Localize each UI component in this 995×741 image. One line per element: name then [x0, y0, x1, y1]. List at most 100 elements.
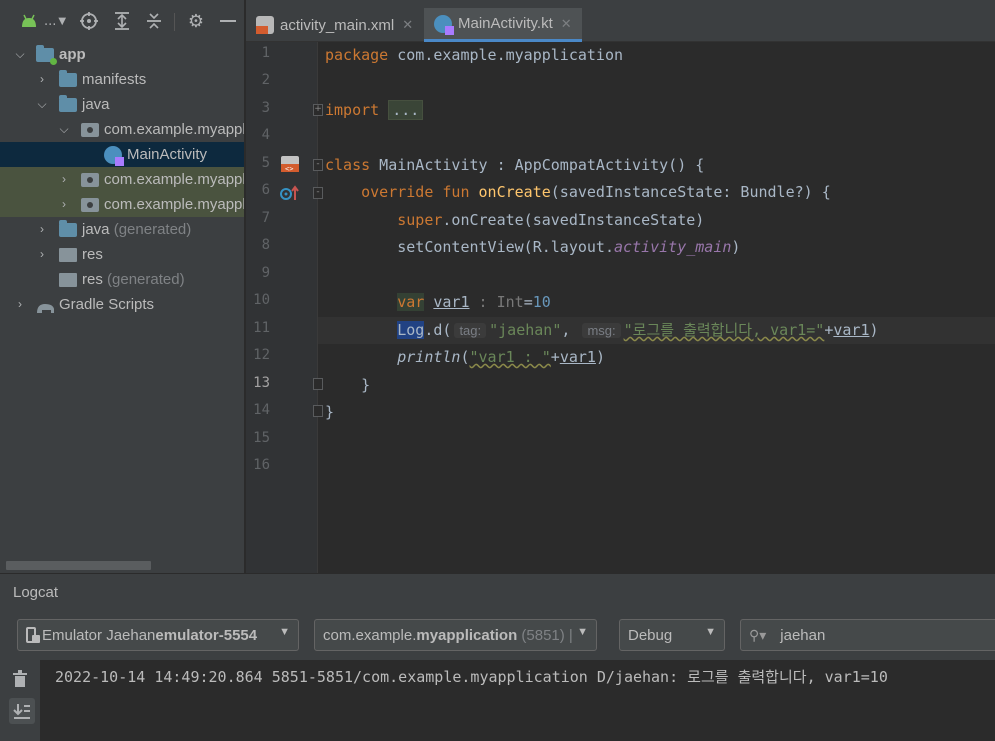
code-line-16: }	[325, 401, 334, 423]
chevron-right-icon[interactable]: ›	[36, 217, 48, 242]
code-text: }	[325, 403, 335, 421]
line-number: 12	[253, 347, 270, 363]
resource-ref: activity_main	[614, 238, 732, 256]
tree-item-package-main[interactable]: ⌵ com.example.myappl	[0, 117, 244, 142]
tree-item-label: res	[82, 246, 103, 263]
tree-item-res[interactable]: › res	[0, 242, 244, 267]
tree-item-manifests[interactable]: › manifests	[0, 67, 244, 92]
process-package: com.example.	[323, 626, 417, 644]
collapse-all-icon[interactable]	[143, 10, 165, 32]
package-icon	[81, 123, 99, 137]
tree-item-res-generated[interactable]: res (generated)	[0, 267, 244, 292]
locate-icon[interactable]	[78, 10, 100, 32]
project-tree: ⌵ app › manifests ⌵ java ⌵ com.example.m…	[0, 42, 245, 317]
logcat-title: Logcat	[13, 584, 59, 601]
fold-collapse-icon[interactable]: -	[313, 159, 323, 171]
tree-item-package-androidtest[interactable]: › com.example.myappl	[0, 167, 245, 192]
line-number: 16	[253, 457, 270, 473]
tree-item-app[interactable]: ⌵ app	[0, 42, 244, 67]
keyword: super	[397, 211, 443, 229]
process-app: myapplication	[416, 626, 518, 644]
code-editor[interactable]: 1 2 3 4 5 6 7 8 9 10 11 12 13 14 15 16 <…	[246, 42, 995, 573]
folded-imports[interactable]: ...	[388, 100, 424, 120]
tree-item-label: app	[59, 46, 86, 63]
tree-item-java-generated[interactable]: › java (generated)	[0, 217, 244, 242]
tree-item-label: java	[82, 96, 110, 113]
logcat-sidebar	[0, 660, 40, 741]
tree-item-suffix: (generated)	[113, 221, 192, 238]
string-literal: "var1 : "	[469, 348, 551, 366]
number-literal: 10	[532, 293, 551, 311]
minimize-icon[interactable]	[217, 10, 239, 32]
code-text: com.example.myapplication	[388, 46, 624, 64]
param-hint: msg:	[582, 323, 621, 338]
logcat-search-input[interactable]: ⚲▾ jaehan	[740, 619, 995, 651]
logcat-output[interactable]: 2022-10-14 14:49:20.864 5851-5851/com.ex…	[40, 660, 995, 741]
chevron-down-icon: ▼	[58, 15, 67, 27]
fold-expand-icon[interactable]: +	[313, 104, 323, 116]
tree-item-mainactivity[interactable]: MainActivity	[0, 142, 244, 167]
tab-label: MainActivity.kt	[458, 15, 553, 32]
type-hint: : Int	[469, 293, 524, 311]
fold-end-icon[interactable]	[313, 405, 323, 417]
class-ref: Log	[397, 321, 425, 339]
scroll-to-end-icon[interactable]	[9, 698, 35, 724]
line-number: 14	[253, 402, 270, 418]
code-line-12: var var1 : Int=10	[325, 291, 551, 313]
close-icon[interactable]: ✕	[402, 17, 413, 33]
tree-item-gradle-scripts[interactable]: › Gradle Scripts	[0, 292, 244, 317]
tab-mainactivity-kt[interactable]: MainActivity.kt ✕	[424, 8, 582, 42]
module-folder-icon	[36, 45, 57, 65]
expand-all-icon[interactable]	[111, 10, 133, 32]
code-text: =	[523, 293, 533, 311]
line-number: 9	[261, 265, 270, 281]
module-dropdown[interactable]: ... ▼	[42, 10, 68, 32]
close-icon[interactable]: ✕	[561, 16, 572, 32]
keyword: override fun	[361, 183, 470, 201]
chevron-down-icon[interactable]: ⌵	[36, 92, 48, 117]
code-text: +	[824, 321, 834, 339]
tree-item-package-test[interactable]: › com.example.myappl	[0, 192, 244, 217]
chevron-down-icon[interactable]: ⌵	[58, 117, 70, 142]
horizontal-scrollbar[interactable]	[6, 561, 151, 570]
tree-item-label: Gradle Scripts	[59, 296, 155, 313]
fold-end-icon[interactable]	[313, 378, 323, 390]
code-line-7: class MainActivity : AppCompatActivity()…	[325, 154, 704, 176]
override-method-icon[interactable]	[279, 185, 301, 201]
tab-activity-main-xml[interactable]: activity_main.xml ✕	[246, 8, 423, 42]
keyword: import	[325, 101, 380, 119]
variable: var1	[433, 293, 470, 311]
trash-icon[interactable]	[12, 670, 28, 692]
chevron-right-icon[interactable]: ›	[36, 67, 48, 92]
tree-item-java[interactable]: ⌵ java	[0, 92, 244, 117]
line-number: 11	[253, 320, 270, 336]
gear-icon[interactable]: ⚙	[185, 10, 207, 32]
chevron-down-icon: ▼	[279, 626, 290, 638]
chevron-right-icon[interactable]: ›	[14, 292, 26, 317]
line-number: 1	[261, 45, 270, 61]
process-dropdown[interactable]: com.example. myapplication (5851) | ▼	[314, 619, 597, 651]
chevron-right-icon[interactable]: ›	[58, 192, 70, 217]
code-text: )	[595, 348, 605, 366]
device-dropdown[interactable]: Emulator Jaehan emulator-5554 ▼	[17, 619, 299, 651]
gutter-divider	[317, 42, 318, 573]
kotlin-class-icon	[104, 146, 124, 166]
layout-file-icon[interactable]: <>	[279, 156, 301, 173]
chevron-down-icon[interactable]: ⌵	[14, 42, 26, 67]
tree-item-label: res (generated)	[82, 267, 185, 292]
chevron-right-icon[interactable]: ›	[58, 167, 70, 192]
log-level-dropdown[interactable]: Debug ▼	[619, 619, 725, 651]
android-icon[interactable]	[18, 10, 40, 32]
tree-item-label: com.example.myappl	[104, 171, 245, 188]
chevron-right-icon[interactable]: ›	[36, 242, 48, 267]
search-value: jaehan	[780, 626, 826, 644]
code-line-13: Log.d(tag: "jaehan", msg: "로그를 출력합니다, var1…	[325, 319, 879, 341]
code-line-3: import ...	[325, 99, 424, 121]
code-text: )	[869, 321, 879, 339]
variable: var1	[833, 321, 870, 339]
fold-collapse-icon[interactable]: -	[313, 187, 323, 199]
process-pid: (5851)	[521, 626, 565, 644]
variable: var1	[559, 348, 596, 366]
line-number: 3	[261, 100, 270, 116]
code-text: (savedInstanceState: Bundle?) {	[550, 183, 831, 201]
